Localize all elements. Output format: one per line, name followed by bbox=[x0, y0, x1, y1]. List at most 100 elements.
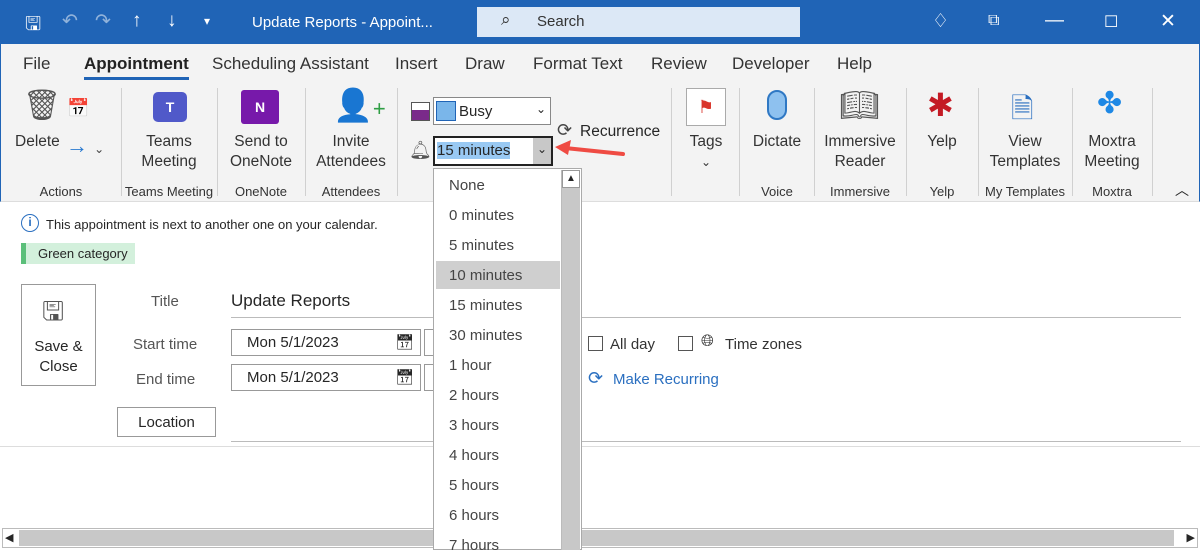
calendar-move-icon[interactable]: 📅 bbox=[67, 98, 89, 119]
tags-button[interactable]: Tags ⌄ bbox=[681, 132, 731, 172]
save-icon[interactable]: 🖫 bbox=[25, 10, 41, 42]
group-label: Actions bbox=[39, 184, 83, 199]
reminder-dropdown[interactable]: 15 minutes ⌄ bbox=[433, 136, 553, 166]
teams-meeting-button[interactable]: Teams Meeting bbox=[123, 132, 215, 172]
collapse-ribbon-icon[interactable]: ︿ bbox=[1175, 180, 1189, 200]
location-button[interactable]: Location bbox=[117, 407, 216, 437]
scroll-up-icon[interactable]: ▲ bbox=[562, 170, 580, 188]
teams-icon[interactable]: T bbox=[153, 92, 187, 122]
reminder-option[interactable]: 6 hours bbox=[436, 501, 560, 529]
reminder-option[interactable]: 0 minutes bbox=[436, 201, 560, 229]
title-bar: 🖫 ↶ ↷ ↑ ↓ ▾ Update Reports - Appoint... … bbox=[0, 0, 1200, 44]
calendar-icon[interactable]: 📅︎ bbox=[395, 333, 414, 351]
scroll-right-icon[interactable]: ▶ bbox=[1187, 531, 1195, 544]
tab-insert[interactable]: Insert bbox=[395, 54, 438, 74]
search-icon: ⌕ bbox=[501, 10, 511, 29]
all-day-label: All day bbox=[610, 336, 656, 353]
moxtra-meeting-button[interactable]: Moxtra Meeting bbox=[1073, 132, 1151, 172]
microphone-icon[interactable] bbox=[767, 90, 787, 120]
reminder-value[interactable]: 15 minutes bbox=[437, 142, 511, 159]
minimize-icon[interactable]: — bbox=[1045, 10, 1064, 32]
tab-draw[interactable]: Draw bbox=[465, 54, 505, 74]
close-icon[interactable]: ✕ bbox=[1160, 10, 1176, 33]
diamond-icon[interactable]: ♢ bbox=[932, 10, 949, 33]
group-label: Attendees bbox=[321, 184, 381, 199]
customize-icon[interactable]: ▾ bbox=[204, 14, 210, 28]
view-templates-button[interactable]: View Templates bbox=[979, 132, 1071, 172]
invite-attendee-icon[interactable]: 👤+ bbox=[333, 86, 386, 124]
group-label: Voice bbox=[761, 184, 793, 199]
chevron-down-icon[interactable]: ⌄ bbox=[533, 138, 551, 164]
save-close-button[interactable]: 🖫 Save & Close bbox=[21, 284, 96, 386]
category-badge[interactable]: Green category bbox=[21, 243, 135, 264]
menu-bar: File Appointment Scheduling Assistant In… bbox=[0, 44, 1200, 80]
reminder-option[interactable]: None bbox=[436, 171, 560, 199]
trash-icon[interactable]: 🗑 bbox=[23, 88, 61, 123]
recurring-icon[interactable]: ⟳ bbox=[588, 368, 603, 389]
yelp-button[interactable]: Yelp bbox=[907, 132, 977, 152]
save-icon: 🖫 bbox=[42, 296, 65, 326]
show-as-icon bbox=[411, 102, 430, 121]
tab-file[interactable]: File bbox=[23, 54, 50, 74]
make-recurring-link[interactable]: Make Recurring bbox=[613, 371, 719, 388]
all-day-checkbox[interactable] bbox=[588, 336, 603, 351]
reminder-option[interactable]: 5 hours bbox=[436, 471, 560, 499]
show-as-dropdown[interactable]: Busy ⌄ bbox=[433, 97, 551, 125]
calendar-icon[interactable]: 📅︎ bbox=[395, 368, 414, 386]
reminder-option[interactable]: 7 hours bbox=[436, 531, 560, 559]
redo-icon[interactable]: ↷ bbox=[95, 10, 111, 33]
moxtra-icon[interactable]: ✤ bbox=[1097, 86, 1122, 121]
restore-ribbon-icon[interactable]: ⧉ bbox=[988, 12, 999, 30]
maximize-icon[interactable]: ☐ bbox=[1104, 12, 1118, 32]
reminder-option[interactable]: 5 minutes bbox=[436, 231, 560, 259]
reminder-option[interactable]: 10 minutes bbox=[436, 261, 560, 289]
info-icon: i bbox=[21, 214, 39, 232]
up-arrow-icon[interactable]: ↑ bbox=[132, 10, 142, 32]
title-label: Title bbox=[151, 293, 179, 310]
delete-button[interactable]: Delete bbox=[15, 132, 60, 152]
down-arrow-icon[interactable]: ↓ bbox=[167, 10, 177, 32]
end-date-field[interactable]: Mon 5/1/2023 📅︎ bbox=[231, 364, 421, 391]
reminder-option[interactable]: 4 hours bbox=[436, 441, 560, 469]
group-label: Yelp bbox=[929, 184, 955, 199]
reminder-option[interactable]: 3 hours bbox=[436, 411, 560, 439]
search-placeholder: Search bbox=[537, 13, 585, 30]
undo-icon[interactable]: ↶ bbox=[62, 10, 78, 33]
show-as-value: Busy bbox=[459, 103, 493, 120]
forward-arrow-icon[interactable]: → ⌄ bbox=[66, 135, 104, 159]
reminder-option[interactable]: 2 hours bbox=[436, 381, 560, 409]
window-title: Update Reports - Appoint... bbox=[252, 14, 433, 31]
recurrence-icon[interactable]: ⟳ bbox=[557, 120, 572, 141]
reminder-option[interactable]: 30 minutes bbox=[436, 321, 560, 349]
end-time-label: End time bbox=[136, 371, 196, 388]
reminder-option[interactable]: 15 minutes bbox=[436, 291, 560, 319]
immersive-reader-icon[interactable]: 📖︎ bbox=[839, 86, 880, 124]
send-to-onenote-button[interactable]: Send to OneNote bbox=[218, 132, 304, 172]
search-box[interactable]: ⌕ Search bbox=[477, 7, 800, 37]
tab-help[interactable]: Help bbox=[837, 54, 872, 74]
title-input[interactable]: Update Reports bbox=[231, 291, 350, 311]
tab-format-text[interactable]: Format Text bbox=[533, 54, 622, 74]
onenote-icon[interactable]: N bbox=[241, 90, 279, 124]
tab-developer[interactable]: Developer bbox=[732, 54, 810, 74]
scroll-left-icon[interactable]: ◀ bbox=[5, 531, 13, 544]
immersive-reader-button[interactable]: Immersive Reader bbox=[815, 132, 905, 172]
dropdown-scrollbar[interactable]: ▲ bbox=[561, 170, 580, 550]
recurrence-button[interactable]: Recurrence bbox=[580, 123, 660, 141]
group-label: Moxtra bbox=[1092, 184, 1132, 199]
invite-attendees-button[interactable]: Invite Attendees bbox=[306, 132, 396, 172]
view-templates-icon[interactable]: 🗎 bbox=[1011, 88, 1034, 136]
bell-icon: 🔔︎ bbox=[409, 140, 432, 160]
tab-appointment[interactable]: Appointment bbox=[84, 54, 189, 80]
time-zones-label: Time zones bbox=[725, 336, 802, 353]
flag-icon[interactable]: ⚑ bbox=[686, 88, 726, 126]
dictate-button[interactable]: Dictate bbox=[741, 132, 813, 152]
reminder-option[interactable]: 1 hour bbox=[436, 351, 560, 379]
time-zones-checkbox[interactable] bbox=[678, 336, 693, 351]
start-date-field[interactable]: Mon 5/1/2023 📅︎ bbox=[231, 329, 421, 356]
tab-scheduling-assistant[interactable]: Scheduling Assistant bbox=[212, 54, 369, 74]
tab-review[interactable]: Review bbox=[651, 54, 707, 74]
horizontal-scrollbar[interactable]: ◀ ▶ bbox=[2, 528, 1198, 548]
yelp-icon[interactable]: ✱ bbox=[927, 86, 954, 124]
globe-icon: 🌐︎ bbox=[701, 333, 714, 350]
